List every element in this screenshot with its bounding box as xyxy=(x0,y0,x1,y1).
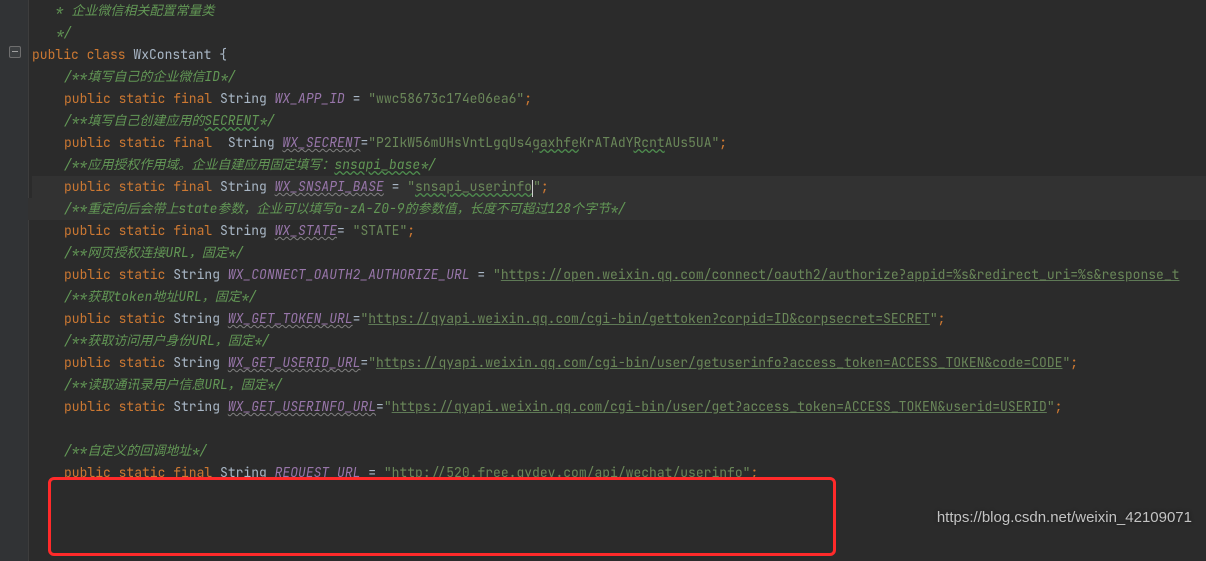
code-token: String xyxy=(173,398,228,415)
code-token: = xyxy=(376,398,384,415)
code-token: https://open.weixin.qq.com/connect/oauth… xyxy=(501,266,1180,283)
code-line[interactable]: /**读取通讯录用户信息URL，固定*/ xyxy=(32,374,1206,396)
code-token: /**网页授权连接URL，固定*/ xyxy=(64,244,243,261)
code-token: " xyxy=(1047,398,1055,415)
code-line[interactable] xyxy=(32,418,1206,440)
code-token: snsapi_base xyxy=(334,156,420,173)
code-line[interactable]: */ xyxy=(32,22,1206,44)
code-token: "P2IkW56mUHsVntLgqUs4 xyxy=(368,134,532,151)
code-token: /**填写自己创建应用的 xyxy=(64,112,204,129)
code-token: public static final xyxy=(64,178,220,195)
code-token: WX_STATE xyxy=(275,222,337,239)
code-token: public static final xyxy=(64,90,220,107)
code-token: /**自定义的回调地址*/ xyxy=(64,442,207,459)
code-token: ; xyxy=(938,310,946,327)
code-token: public static final xyxy=(64,134,228,151)
code-line[interactable]: public class WxConstant { xyxy=(32,44,1206,66)
code-token: public static xyxy=(64,266,173,283)
code-token: /**获取访问用户身份URL，固定*/ xyxy=(64,332,269,349)
code-token: ; xyxy=(541,178,549,195)
code-token: ; xyxy=(1070,354,1078,371)
code-token: * 企业微信相关配置常量类 xyxy=(48,2,214,19)
code-line[interactable]: /**网页授权连接URL，固定*/ xyxy=(32,242,1206,264)
code-token: String xyxy=(173,310,228,327)
code-line[interactable]: /**重定向后会带上state参数，企业可以填写a-zA-Z0-9的参数值，长度… xyxy=(32,198,1206,220)
code-token: = xyxy=(470,266,493,283)
code-line[interactable]: public static final String WX_SNSAPI_BAS… xyxy=(32,176,1206,198)
code-token: String xyxy=(220,178,275,195)
code-token: /**重定向后会带上state参数，企业可以填写a-zA-Z0-9的参数值，长度… xyxy=(64,200,626,217)
code-token: WX_SECRENT xyxy=(282,134,360,151)
code-token: public static final xyxy=(64,222,220,239)
code-line[interactable]: public static String WX_GET_USERINFO_URL… xyxy=(32,396,1206,418)
code-line[interactable]: /**填写自己创建应用的SECRENT*/ xyxy=(32,110,1206,132)
code-token: WX_SNSAPI_BASE xyxy=(275,178,384,195)
code-token: "wwc58673c174e06ea6" xyxy=(368,90,524,107)
code-token: gaxhfe xyxy=(532,134,579,151)
code-line[interactable]: public static final String WX_APP_ID = "… xyxy=(32,88,1206,110)
code-line[interactable]: /**应用授权作用域。企业自建应用固定填写：snsapi_base*/ xyxy=(32,154,1206,176)
code-token: { xyxy=(211,46,227,63)
editor-gutter xyxy=(0,0,29,561)
code-line[interactable]: public static String WX_GET_TOKEN_URL="h… xyxy=(32,308,1206,330)
code-token: https://qyapi.weixin.qq.com/cgi-bin/user… xyxy=(376,354,1062,371)
code-token: = xyxy=(337,222,353,239)
fold-toggle-icon[interactable] xyxy=(9,46,21,58)
code-token: */ xyxy=(48,24,71,41)
code-token: String xyxy=(220,222,275,239)
code-line[interactable]: public static String WX_CONNECT_OAUTH2_A… xyxy=(32,264,1206,286)
code-token: public static xyxy=(64,398,173,415)
code-token: AUs5UA" xyxy=(665,134,720,151)
code-token: " xyxy=(384,398,392,415)
code-token: "STATE" xyxy=(353,222,408,239)
code-token: ; xyxy=(407,222,415,239)
code-token: https://qyapi.weixin.qq.com/cgi-bin/user… xyxy=(392,398,1047,415)
code-token: " xyxy=(493,266,501,283)
code-token: ; xyxy=(1055,398,1063,415)
code-token: " xyxy=(930,310,938,327)
code-line[interactable]: /**获取访问用户身份URL，固定*/ xyxy=(32,330,1206,352)
code-token: String xyxy=(228,134,283,151)
code-token: WxConstant xyxy=(133,46,211,63)
code-token: /**填写自己的企业微信ID*/ xyxy=(64,68,236,85)
code-token: /**获取token地址URL，固定*/ xyxy=(64,288,256,305)
code-token: String xyxy=(220,90,275,107)
code-line[interactable]: * 企业微信相关配置常量类 xyxy=(32,0,1206,22)
code-token: */ xyxy=(259,112,275,129)
code-line[interactable]: /**填写自己的企业微信ID*/ xyxy=(32,66,1206,88)
code-token: KrATAdY xyxy=(579,134,634,151)
code-line[interactable]: /**自定义的回调地址*/ xyxy=(32,440,1206,462)
code-line[interactable]: public static String WX_GET_USERID_URL="… xyxy=(32,352,1206,374)
code-token: https://qyapi.weixin.qq.com/cgi-bin/gett… xyxy=(368,310,930,327)
code-token: String xyxy=(173,354,228,371)
code-token: /**读取通讯录用户信息URL，固定*/ xyxy=(64,376,282,393)
code-token: snsapi_userinfo xyxy=(415,178,532,195)
code-token: WX_GET_TOKEN_URL xyxy=(228,310,353,327)
code-token: WX_GET_USERINFO_URL xyxy=(228,398,376,415)
code-token: ; xyxy=(524,90,532,107)
code-token: /**应用授权作用域。企业自建应用固定填写： xyxy=(64,156,334,173)
code-token: WX_CONNECT_OAUTH2_AUTHORIZE_URL xyxy=(228,266,470,283)
code-line[interactable]: public static final String WX_SECRENT="P… xyxy=(32,132,1206,154)
code-token: ; xyxy=(719,134,727,151)
code-token: = xyxy=(384,178,407,195)
code-token: = xyxy=(345,90,368,107)
code-token: " xyxy=(533,178,541,195)
code-token: public static xyxy=(64,310,173,327)
code-token: public static xyxy=(64,354,173,371)
code-token: WX_APP_ID xyxy=(275,90,345,107)
code-token: " xyxy=(407,178,415,195)
code-token: */ xyxy=(420,156,436,173)
code-line[interactable]: public static final String WX_STATE= "ST… xyxy=(32,220,1206,242)
code-token: String xyxy=(173,266,228,283)
code-line[interactable]: /**获取token地址URL，固定*/ xyxy=(32,286,1206,308)
code-token: SECRENT xyxy=(204,112,259,129)
watermark-text: https://blog.csdn.net/weixin_42109071 xyxy=(937,507,1192,529)
code-token: Rcnt xyxy=(633,134,664,151)
code-token: WX_GET_USERID_URL xyxy=(228,354,361,371)
code-token: " xyxy=(368,354,376,371)
annotation-highlight-box xyxy=(48,477,836,556)
code-token: public class xyxy=(32,46,133,63)
